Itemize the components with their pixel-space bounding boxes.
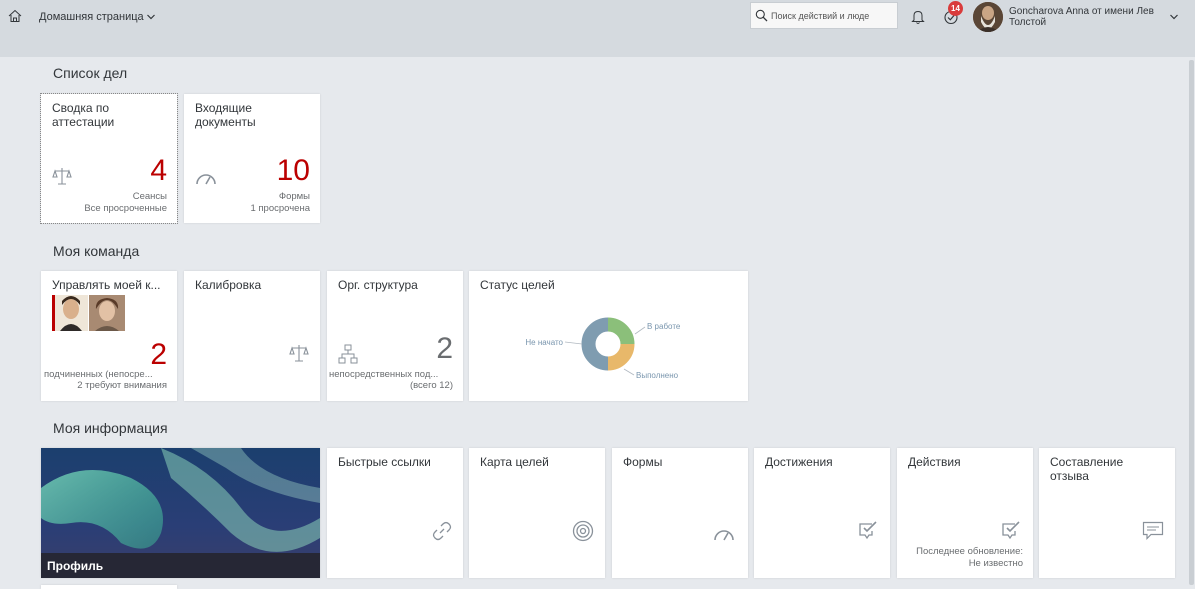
tile-goal-status[interactable]: Статус целей Не начато В работе Выполнено — [469, 271, 748, 401]
last-update-value: Не известно — [968, 558, 1023, 569]
scales-icon — [289, 345, 309, 362]
kpi-unit: Сеансы — [132, 191, 167, 202]
kpi-note: 1 просрочена — [250, 203, 310, 214]
kpi-value: 4 — [150, 154, 167, 187]
home-icon[interactable] — [8, 9, 22, 23]
tile-forms[interactable]: Формы — [612, 448, 748, 578]
user-name[interactable]: Goncharova Anna от имени Лев Толстой — [1009, 6, 1164, 28]
avatar — [89, 295, 125, 331]
tile-manage-team[interactable]: Управлять моей к... 2 подчиненных (непос… — [41, 271, 177, 401]
tile-achievements[interactable]: Достижения — [754, 448, 890, 578]
chevron-down-icon[interactable] — [146, 12, 156, 22]
leader-line — [634, 326, 646, 335]
tile-next-row[interactable] — [41, 585, 177, 589]
leader-line — [564, 341, 583, 345]
avatar — [52, 295, 88, 331]
search-box[interactable] — [750, 2, 898, 29]
tile-incoming-documents[interactable]: Входящие документы 10 Формы 1 просрочена — [184, 94, 320, 223]
leader-line — [623, 368, 635, 376]
gauge-icon — [714, 530, 734, 541]
check-icon — [1002, 521, 1020, 540]
tile-title: Карта целей — [480, 455, 549, 469]
tile-title: Орг. структура — [338, 278, 418, 292]
tile-activities[interactable]: Действия Последнее обновление: Не извест… — [897, 448, 1033, 578]
employee-photo — [55, 295, 88, 331]
kpi-note: 2 требуют внимания — [77, 380, 167, 391]
org-chart-icon — [338, 344, 358, 364]
tile-org-chart[interactable]: Орг. структура 2 непосредственных под...… — [327, 271, 463, 401]
goal-status-chart: Не начато В работе Выполнено — [525, 317, 681, 380]
kpi-value: 2 — [150, 338, 167, 371]
target-icon — [572, 520, 594, 542]
tile-quick-links[interactable]: Быстрые ссылки — [327, 448, 463, 578]
kpi-note: (всего 12) — [409, 380, 453, 391]
slice-in-progress[interactable] — [607, 317, 635, 345]
section-title-info: Моя информация — [53, 420, 168, 436]
tile-title: Составление отзыва — [1050, 455, 1124, 483]
bell-icon[interactable] — [911, 9, 925, 25]
user-menu-chevron-icon[interactable] — [1169, 12, 1179, 22]
section-title-todo: Список дел — [53, 65, 128, 81]
tile-title: Управлять моей к... — [52, 278, 161, 292]
page-title[interactable]: Домашняя страница — [39, 11, 144, 23]
tile-title: Действия — [908, 455, 961, 469]
kpi-unit: Формы — [278, 191, 310, 202]
tile-title: Входящие документы — [195, 101, 256, 129]
gauge-icon — [196, 174, 216, 185]
tile-profile[interactable]: Профиль — [41, 448, 320, 578]
tile-title: Сводка по аттестации — [52, 101, 115, 129]
search-icon — [755, 9, 768, 22]
label-completed: Выполнено — [636, 371, 679, 380]
search-input[interactable] — [771, 8, 895, 23]
avatar[interactable] — [973, 2, 1003, 32]
label-not-started: Не начато — [525, 338, 563, 347]
section-title-team: Моя команда — [53, 243, 140, 259]
tile-feedback[interactable]: Составление отзыва — [1039, 448, 1175, 578]
notification-badge: 14 — [948, 1, 963, 16]
tile-title: Достижения — [765, 455, 833, 469]
tile-calibration[interactable]: Калибровка — [184, 271, 320, 401]
kpi-value: 10 — [276, 154, 310, 187]
tile-goal-map[interactable]: Карта целей — [469, 448, 605, 578]
kpi-value: 2 — [436, 332, 453, 365]
slice-completed[interactable] — [607, 343, 635, 371]
check-icon — [859, 521, 877, 540]
tile-appraisal-summary[interactable]: Сводка по аттестации 4 Сеансы Все просро… — [40, 93, 178, 224]
label-in-progress: В работе — [647, 322, 681, 331]
shell-header: Домашняя страница 14 Goncharova Anna от … — [0, 0, 1195, 57]
tile-title: Быстрые ссылки — [338, 455, 431, 469]
last-update-label: Последнее обновление: — [916, 546, 1023, 557]
tile-title: Профиль — [47, 559, 104, 573]
comment-icon — [1142, 521, 1164, 540]
employee-photo — [89, 295, 125, 331]
avatar-portrait — [973, 2, 1003, 32]
scales-icon — [52, 168, 72, 185]
tile-title: Формы — [623, 455, 663, 469]
tile-title: Калибровка — [195, 278, 262, 292]
link-icon — [432, 521, 452, 541]
scrollbar-thumb[interactable] — [1189, 60, 1194, 585]
kpi-note: Все просроченные — [84, 203, 167, 214]
slice-not-started[interactable] — [581, 317, 609, 371]
